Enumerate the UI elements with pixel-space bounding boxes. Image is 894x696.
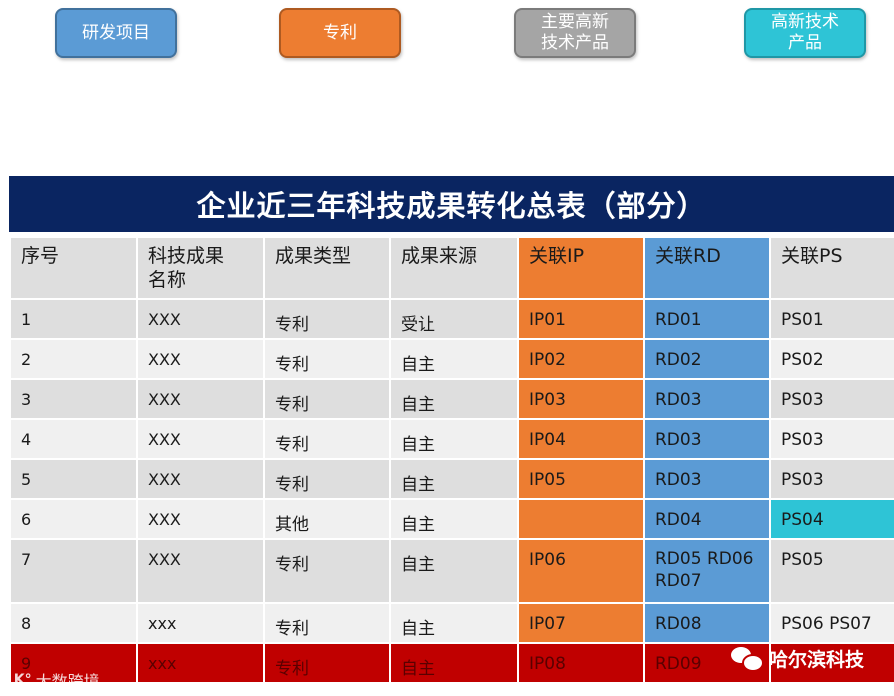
table-cell: RD03 [643, 378, 771, 420]
table-cell: IP04 [517, 418, 645, 460]
table-cell: RD04 [643, 498, 771, 540]
table-cell: PS05 [769, 538, 894, 604]
table-cell: IP01 [517, 298, 645, 340]
table-cell: 自主 [389, 338, 519, 380]
table-cell: 自主 [389, 498, 519, 540]
table-cell: IP08 [517, 642, 645, 684]
table-cell: RD02 [643, 338, 771, 380]
main-hightech-products-button[interactable]: 主要高新 技术产品 [514, 8, 636, 58]
table-row: 3 XXX 专利 自主 IP03 RD03 PS03 [9, 378, 894, 420]
header-cell: 关联PS [769, 236, 894, 300]
table-row: 8 xxx 专利 自主 IP07 RD08 PS06 PS07 [9, 602, 894, 644]
table-cell: XXX [136, 338, 265, 380]
table-cell: PS03 [769, 418, 894, 460]
table-cell: 自主 [389, 418, 519, 460]
table-cell: xxx [136, 602, 265, 644]
header-cell: 科技成果名称 [136, 236, 265, 300]
table-cell: PS06 PS07 [769, 602, 894, 644]
table-header-row: 序号 科技成果名称 成果类型 成果来源 关联IP 关联RD 关联PS [9, 236, 894, 300]
table-cell: XXX [136, 538, 265, 604]
table-row: 4 XXX 专利 自主 IP04 RD03 PS03 [9, 418, 894, 460]
table-cell: RD05 RD06 RD07 [643, 538, 771, 604]
table-cell: 1 [9, 298, 138, 340]
table-cell: IP05 [517, 458, 645, 500]
watermark-right-text: 哈尔滨科技 [768, 649, 864, 671]
header-cell: 成果来源 [389, 236, 519, 300]
table-cell: 3 [9, 378, 138, 420]
wechat-icon [730, 646, 764, 672]
watermark-left-text: 大数跨境 [35, 672, 100, 691]
table-cell: PS03 [769, 458, 894, 500]
table-row: 2 XXX 专利 自主 IP02 RD02 PS02 [9, 338, 894, 380]
table-cell: 自主 [389, 538, 519, 604]
table-cell: IP03 [517, 378, 645, 420]
table-cell: 受让 [389, 298, 519, 340]
table-cell: RD03 [643, 418, 771, 460]
table-cell: 自主 [389, 378, 519, 420]
table-row: 6 XXX 其他 自主 RD04 PS04 [9, 498, 894, 540]
table-cell: XXX [136, 498, 265, 540]
table-cell: 专利 [263, 418, 391, 460]
brand-logo-icon: 1K° [4, 672, 32, 688]
table-cell: PS02 [769, 338, 894, 380]
header-cell: 成果类型 [263, 236, 391, 300]
table-cell: 8 [9, 602, 138, 644]
table-row: 1 XXX 专利 受让 IP01 RD01 PS01 [9, 298, 894, 340]
table-cell: 5 [9, 458, 138, 500]
table-cell: RD03 [643, 458, 771, 500]
header-cell: 关联RD [643, 236, 771, 300]
table-cell: 专利 [263, 378, 391, 420]
table-cell: 专利 [263, 338, 391, 380]
watermark-left: 1K° 大数跨境 [4, 668, 100, 692]
table-cell: PS04 [769, 498, 894, 540]
table-cell: XXX [136, 378, 265, 420]
table-cell: 专利 [263, 538, 391, 604]
header-cell: 关联IP [517, 236, 645, 300]
table-cell: xxx [136, 642, 265, 684]
table-row: 7 XXX 专利 自主 IP06 RD05 RD06 RD07 PS05 [9, 538, 894, 604]
patents-button[interactable]: 专利 [279, 8, 401, 58]
rd-projects-button[interactable]: 研发项目 [55, 8, 177, 58]
table-cell: 其他 [263, 498, 391, 540]
table-cell: XXX [136, 298, 265, 340]
table-cell: 自主 [389, 458, 519, 500]
table-cell: 4 [9, 418, 138, 460]
table-cell: RD01 [643, 298, 771, 340]
table-cell: IP07 [517, 602, 645, 644]
table-cell: XXX [136, 418, 265, 460]
table-cell: 专利 [263, 298, 391, 340]
table-title: 企业近三年科技成果转化总表（部分） [9, 176, 894, 232]
table-cell: 自主 [389, 602, 519, 644]
table-cell: PS01 [769, 298, 894, 340]
table-cell: 专利 [263, 602, 391, 644]
table-cell [517, 498, 645, 540]
hightech-products-button[interactable]: 高新技术 产品 [744, 8, 866, 58]
table-cell: IP06 [517, 538, 645, 604]
table-row: 5 XXX 专利 自主 IP05 RD03 PS03 [9, 458, 894, 500]
table-cell: RD08 [643, 602, 771, 644]
table-cell: PS03 [769, 378, 894, 420]
table-cell: 专利 [263, 458, 391, 500]
table-cell: 7 [9, 538, 138, 604]
table-cell: 6 [9, 498, 138, 540]
table-cell: 自主 [389, 642, 519, 684]
achievements-table: 序号 科技成果名称 成果类型 成果来源 关联IP 关联RD 关联PS 1 XXX 专利 受让 IP01… [9, 236, 894, 684]
header-cell: 序号 [9, 236, 138, 300]
table-cell: IP02 [517, 338, 645, 380]
watermark-right: 哈尔滨科技 [730, 645, 864, 672]
table-cell: 专利 [263, 642, 391, 684]
table-cell: XXX [136, 458, 265, 500]
table-cell: 2 [9, 338, 138, 380]
